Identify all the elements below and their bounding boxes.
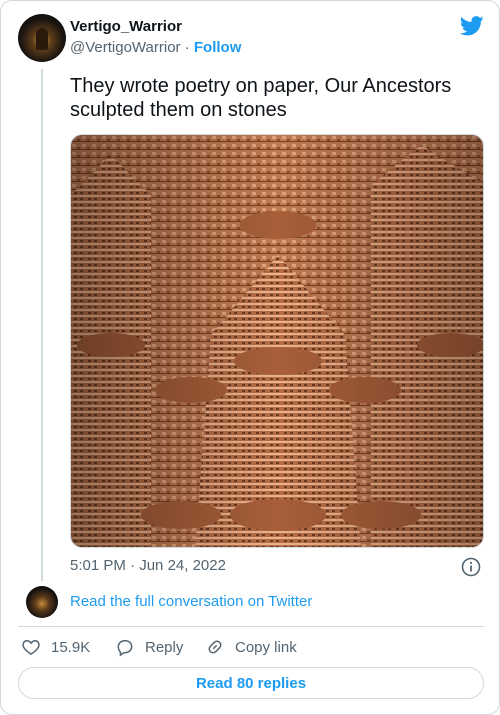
thread-line (41, 69, 43, 581)
temple-carving-image (71, 135, 483, 547)
follow-link[interactable]: Follow (194, 39, 242, 56)
info-icon[interactable] (460, 556, 482, 578)
author-handle-row: @VertigoWarrior · Follow (70, 39, 241, 56)
handle-separator: · (184, 39, 190, 56)
embedded-tweet-card: Vertigo_Warrior @VertigoWarrior · Follow… (0, 0, 500, 715)
heart-icon (22, 639, 40, 655)
timestamp-separator: · (130, 557, 136, 574)
author-handle[interactable]: @VertigoWarrior (70, 39, 181, 56)
like-count: 15.9K (51, 638, 91, 656)
reply-button[interactable]: Reply (115, 636, 183, 658)
read-replies-button[interactable]: Read 80 replies (18, 667, 484, 699)
tweet-time: 5:01 PM (70, 557, 126, 574)
read-conversation-link[interactable]: Read the full conversation on Twitter (70, 593, 312, 610)
conversation-avatar (26, 586, 58, 618)
copy-link-button[interactable]: Copy link (205, 636, 297, 658)
tweet-photo[interactable] (70, 134, 484, 548)
link-icon (208, 640, 222, 654)
author-display-name[interactable]: Vertigo_Warrior (70, 18, 182, 35)
twitter-bird-icon[interactable] (460, 16, 484, 36)
tweet-text: They wrote poetry on paper, Our Ancestor… (70, 75, 452, 121)
tweet-date: Jun 24, 2022 (139, 557, 226, 574)
like-button[interactable]: 15.9K (21, 636, 90, 658)
speech-bubble-icon (117, 640, 133, 657)
read-replies-label: Read 80 replies (195, 674, 307, 692)
copy-link-label: Copy link (235, 638, 297, 656)
reply-label: Reply (145, 638, 184, 656)
author-avatar[interactable] (18, 14, 66, 62)
divider (18, 626, 484, 627)
tweet-timestamp[interactable]: 5:01 PM · Jun 24, 2022 (70, 557, 226, 574)
